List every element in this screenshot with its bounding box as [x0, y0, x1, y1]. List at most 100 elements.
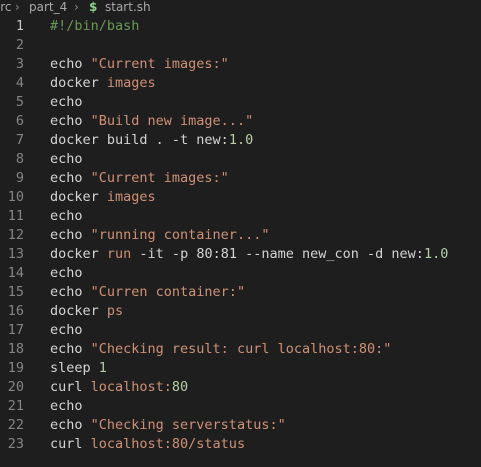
code-token: sleep	[50, 360, 99, 376]
line-text[interactable]: echo "Curren container:"	[50, 283, 245, 302]
line-number: 14	[7, 265, 24, 281]
line-number: 7	[15, 132, 24, 148]
code-line[interactable]: 18 echo "Checking result: curl localhost:…	[0, 340, 481, 359]
code-token: localhost:80/status	[90, 436, 246, 452]
code-line[interactable]: 15 echo "Curren container:"	[0, 283, 481, 302]
line-text[interactable]: docker run -it -p 80:81 --name new_con -…	[50, 245, 448, 264]
code-editor[interactable]: src › part_4 › $ start.sh 1#!/bin/bash23…	[0, 0, 481, 467]
code-token: 1.0	[423, 246, 449, 262]
code-line[interactable]: 10 docker images	[0, 188, 481, 207]
line-number: 8	[15, 151, 24, 167]
code-line[interactable]: 6 echo "Build new image..."	[0, 112, 481, 131]
line-number: 13	[7, 246, 24, 262]
line-number: 12	[7, 227, 24, 243]
code-token: 1	[98, 360, 107, 376]
line-text[interactable]: curl localhost:80/status	[50, 435, 245, 454]
code-token: run	[106, 246, 132, 262]
code-token: echo	[50, 265, 83, 281]
line-number: 17	[7, 322, 24, 338]
line-number: 1	[15, 18, 24, 34]
code-token: echo	[50, 151, 83, 167]
breadcrumb-item-part-4[interactable]: part_4	[29, 0, 67, 14]
code-token: docker	[50, 246, 107, 262]
code-line[interactable]: 17 echo	[0, 321, 481, 340]
code-token: docker	[50, 75, 107, 91]
dollar-sign-icon: $	[89, 0, 98, 14]
code-token: "Checking serverstatus:"	[90, 417, 286, 433]
chevron-right-icon: ›	[74, 0, 79, 14]
code-line[interactable]: 12 echo "running container..."	[0, 226, 481, 245]
line-text[interactable]: docker images	[50, 188, 156, 207]
code-line[interactable]: 5 echo	[0, 93, 481, 112]
line-text[interactable]: echo "Checking result: curl localhost:80…	[50, 340, 391, 359]
code-token: curl	[50, 436, 91, 452]
line-number: 20	[7, 379, 24, 395]
code-token: "Checking result: curl localhost:80:"	[90, 341, 392, 357]
code-token: -d new:	[358, 246, 424, 262]
line-text[interactable]: echo	[50, 150, 83, 169]
line-number: 6	[15, 113, 24, 129]
line-text[interactable]: echo "running container..."	[50, 226, 269, 245]
code-token: #!/bin/bash	[50, 18, 140, 34]
line-text[interactable]: echo "Build new image..."	[50, 112, 253, 131]
line-number: 2	[15, 37, 24, 53]
code-token: new_con	[302, 246, 359, 262]
code-line[interactable]: 1 #!/bin/bash	[0, 17, 481, 36]
code-line[interactable]: 2	[0, 36, 481, 55]
code-line[interactable]: 21 echo	[0, 397, 481, 416]
code-line[interactable]: 20 curl localhost:80	[0, 378, 481, 397]
line-text[interactable]: docker images	[50, 74, 156, 93]
code-line[interactable]: 7 docker build . -t new:1.0	[0, 131, 481, 150]
line-number: 18	[7, 341, 24, 357]
code-line[interactable]: 14 echo	[0, 264, 481, 283]
code-token: "running container..."	[90, 227, 270, 243]
line-text[interactable]: echo	[50, 264, 83, 283]
line-text[interactable]: echo "Current images:"	[50, 55, 229, 74]
line-text[interactable]: echo "Checking serverstatus:"	[50, 416, 286, 435]
code-line[interactable]: 4 docker images	[0, 74, 481, 93]
line-text[interactable]: docker build . -t new:1.0	[50, 131, 253, 150]
code-token: images	[106, 189, 156, 205]
line-text[interactable]: echo	[50, 397, 83, 416]
code-token: echo	[50, 398, 83, 414]
code-token: "Current images:"	[90, 170, 229, 186]
code-token: images	[106, 75, 156, 91]
line-text[interactable]: echo	[50, 207, 83, 226]
code-area[interactable]: 1 #!/bin/bash 2 3 echo "Current images:" 4 doc…	[0, 17, 481, 454]
code-token: "Curren container:"	[90, 284, 246, 300]
code-token: echo	[50, 284, 91, 300]
code-line[interactable]: 8 echo	[0, 150, 481, 169]
line-text[interactable]: docker ps	[50, 302, 123, 321]
line-text[interactable]: curl localhost:80	[50, 378, 188, 397]
breadcrumb-item-src[interactable]: src	[0, 0, 12, 14]
code-token: docker	[50, 303, 107, 319]
code-token: echo	[50, 56, 91, 72]
line-text[interactable]: sleep 1	[50, 359, 107, 378]
breadcrumb-item-file[interactable]: start.sh	[105, 0, 151, 14]
line-text[interactable]: echo	[50, 93, 83, 112]
line-text[interactable]: #!/bin/bash	[50, 17, 139, 36]
line-number: 22	[7, 417, 24, 433]
code-line[interactable]: 3 echo "Current images:"	[0, 55, 481, 74]
line-number: 21	[7, 398, 24, 414]
line-text[interactable]: echo	[50, 321, 83, 340]
code-line[interactable]: 9 echo "Current images:"	[0, 169, 481, 188]
line-number: 11	[7, 208, 24, 224]
code-line[interactable]: 22 echo "Checking serverstatus:"	[0, 416, 481, 435]
line-number: 10	[7, 189, 24, 205]
code-line[interactable]: 16 docker ps	[0, 302, 481, 321]
line-text[interactable]: echo "Current images:"	[50, 169, 229, 188]
breadcrumb: src › part_4 › $ start.sh	[0, 0, 481, 14]
code-token: echo	[50, 417, 91, 433]
code-line[interactable]: 19 sleep 1	[0, 359, 481, 378]
code-token: docker build . -t new:	[50, 132, 229, 148]
code-line[interactable]: 23 curl localhost:80/status	[0, 435, 481, 454]
code-token: echo	[50, 341, 91, 357]
code-token: echo	[50, 208, 83, 224]
code-line[interactable]: 11 echo	[0, 207, 481, 226]
code-line[interactable]: 13 docker run -it -p 80:81 --name new_con…	[0, 245, 481, 264]
line-number: 23	[7, 436, 24, 452]
code-token: localhost:	[90, 379, 172, 395]
code-token: --name	[236, 246, 302, 262]
line-number: 9	[15, 170, 24, 186]
